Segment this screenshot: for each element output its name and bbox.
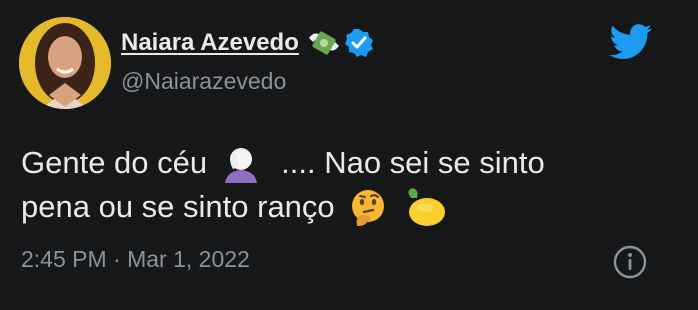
tweet-card: Naiara Azevedo @Naiarazevedo Gente do cé… [0, 0, 698, 310]
tweet-text-part-1: Gente do céu [21, 145, 208, 180]
author-handle[interactable]: @Naiarazevedo [121, 68, 286, 95]
thinking-face-icon [351, 190, 384, 226]
tweet-text-part-3: pena ou se sinto ranço [21, 189, 335, 224]
lemon-icon [408, 188, 445, 226]
tweet-text: Gente do céu .... Nao sei se sinto pena … [21, 141, 671, 229]
tweet-text-line-1: Gente do céu .... Nao sei se sinto [21, 141, 671, 185]
tweet-timestamp[interactable]: 2:45 PM · Mar 1, 2022 [21, 246, 250, 273]
twitter-bird-icon[interactable] [609, 24, 653, 60]
author-name-row: Naiara Azevedo [121, 26, 374, 60]
info-icon[interactable] [612, 244, 648, 280]
tweet-text-line-2: pena ou se sinto ranço [21, 185, 671, 229]
tweet-text-part-2: .... Nao sei se sinto [281, 145, 545, 180]
avatar[interactable] [19, 17, 111, 109]
face-palm-icon [225, 148, 258, 183]
money-with-wings-icon [308, 31, 339, 55]
author-display-name[interactable]: Naiara Azevedo [121, 29, 299, 57]
verified-icon [344, 29, 373, 57]
